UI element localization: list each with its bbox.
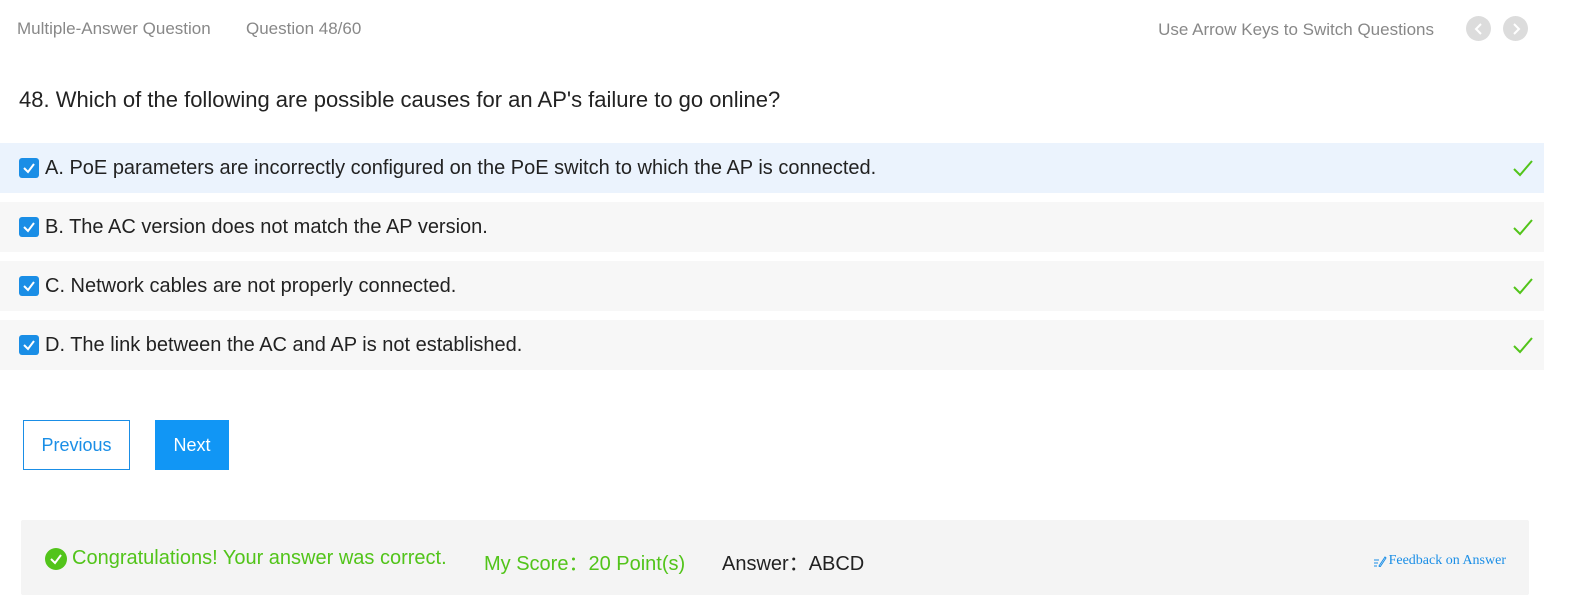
chevron-right-icon <box>1512 22 1520 35</box>
top-bar: Multiple-Answer Question Question 48/60 … <box>0 0 1569 60</box>
check-icon <box>23 340 35 351</box>
check-icon <box>23 281 35 292</box>
option-label: C. Network cables are not properly conne… <box>45 274 457 297</box>
check-circle-icon <box>45 548 67 570</box>
checkbox-checked[interactable] <box>19 276 39 296</box>
next-button[interactable]: Next <box>155 420 229 470</box>
checkbox-checked[interactable] <box>19 335 39 355</box>
feedback-link[interactable]: Feedback on Answer <box>1373 553 1506 569</box>
option-c[interactable]: C. Network cables are not properly conne… <box>0 261 1544 311</box>
question-type-label: Multiple-Answer Question <box>17 19 211 38</box>
check-icon <box>23 163 35 174</box>
option-a[interactable]: A. PoE parameters are incorrectly config… <box>0 143 1544 193</box>
correct-tick-icon <box>1513 278 1533 295</box>
question-counter: Question 48/60 <box>246 19 362 38</box>
question-text: 48. Which of the following are possible … <box>19 87 781 112</box>
edit-icon <box>1373 556 1387 567</box>
feedback-label: Feedback on Answer <box>1388 553 1506 568</box>
option-d[interactable]: D. The link between the AC and AP is not… <box>0 320 1544 370</box>
chevron-left-icon <box>1474 22 1482 35</box>
option-label: D. The link between the AC and AP is not… <box>45 333 523 356</box>
correct-tick-icon <box>1513 160 1533 177</box>
prev-question-button[interactable] <box>1466 16 1491 41</box>
correct-tick-icon <box>1513 219 1533 236</box>
previous-button[interactable]: Previous <box>23 420 130 470</box>
checkbox-checked[interactable] <box>19 217 39 237</box>
result-panel: Congratulations! Your answer was correct… <box>21 520 1529 595</box>
keyboard-hint: Use Arrow Keys to Switch Questions <box>1158 20 1434 39</box>
score-display: My Score：20 Point(s) <box>484 553 686 575</box>
next-question-button[interactable] <box>1503 16 1528 41</box>
option-label: A. PoE parameters are incorrectly config… <box>45 156 877 179</box>
result-message: Congratulations! Your answer was correct… <box>72 547 447 569</box>
check-icon <box>23 222 35 233</box>
option-label: B. The AC version does not match the AP … <box>45 215 488 238</box>
option-b[interactable]: B. The AC version does not match the AP … <box>0 202 1544 252</box>
answer-display: Answer：ABCD <box>722 553 865 575</box>
correct-tick-icon <box>1513 337 1533 354</box>
checkbox-checked[interactable] <box>19 158 39 178</box>
